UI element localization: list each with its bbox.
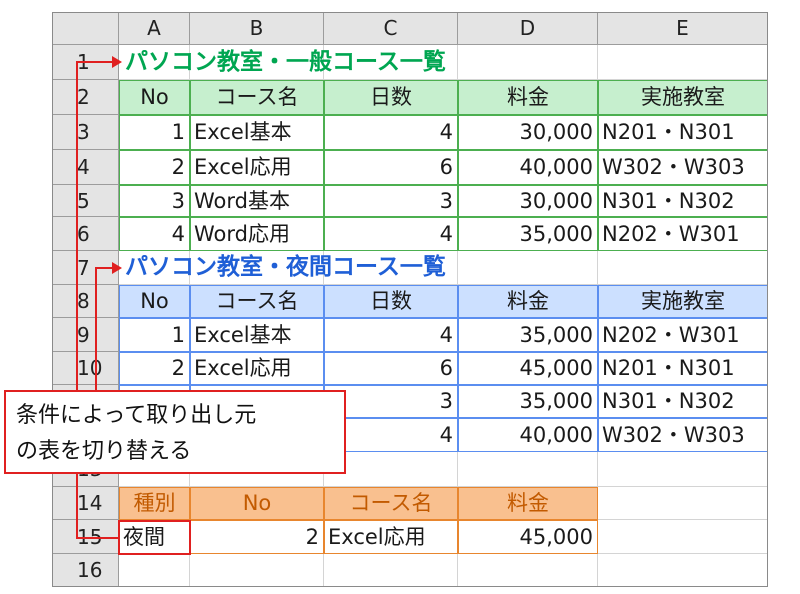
night-table-cell[interactable]: W302・W303 — [598, 418, 768, 452]
connector-inner — [95, 268, 97, 390]
connector-bottom — [76, 537, 118, 539]
night-table-cell[interactable]: 6 — [324, 352, 458, 385]
night-table-cell[interactable]: 35,000 — [458, 385, 598, 418]
general-table-cell[interactable]: Word基本 — [190, 185, 324, 217]
row-header[interactable]: 5 — [53, 185, 119, 217]
column-header-d[interactable]: D — [458, 12, 598, 45]
lookup-value-3[interactable]: 45,000 — [458, 520, 598, 554]
row-header[interactable]: 6 — [53, 217, 119, 251]
select-all-corner[interactable] — [53, 12, 119, 45]
general-table-cell[interactable]: 6 — [324, 150, 458, 185]
row-header[interactable]: 14 — [53, 487, 119, 520]
night-table-cell[interactable]: N201・N301 — [598, 352, 768, 385]
row-header[interactable]: 3 — [53, 115, 119, 150]
night-table-cell[interactable]: Excel基本 — [190, 318, 324, 352]
night-table-cell[interactable]: 1 — [119, 318, 190, 352]
general-table-header-4[interactable]: 実施教室 — [598, 80, 768, 115]
column-header-e[interactable]: E — [598, 12, 768, 45]
column-header-c[interactable]: C — [324, 12, 458, 45]
night-table-cell[interactable]: 35,000 — [458, 318, 598, 352]
lookup-header-2[interactable]: コース名 — [324, 487, 458, 520]
lookup-header-3[interactable]: 料金 — [458, 487, 598, 520]
grid-cell[interactable] — [598, 554, 768, 587]
night-table-header-3[interactable]: 料金 — [458, 285, 598, 318]
general-table-cell[interactable]: Excel応用 — [190, 150, 324, 185]
row-header[interactable]: 8 — [53, 285, 119, 318]
arrow-to-general-title — [112, 56, 122, 68]
night-table-cell[interactable]: 45,000 — [458, 352, 598, 385]
general-table-header-1[interactable]: コース名 — [190, 80, 324, 115]
night-table-cell[interactable]: Excel応用 — [190, 352, 324, 385]
grid-cell[interactable] — [598, 520, 768, 554]
grid-cell[interactable] — [458, 554, 598, 587]
general-table-cell[interactable]: 1 — [119, 115, 190, 150]
connector-top-general — [76, 61, 114, 63]
general-table-cell[interactable]: N301・N302 — [598, 185, 768, 217]
general-table-cell[interactable]: 30,000 — [458, 115, 598, 150]
general-table-cell[interactable]: Word応用 — [190, 217, 324, 251]
general-table-cell[interactable]: Excel基本 — [190, 115, 324, 150]
night-table-cell[interactable]: N301・N302 — [598, 385, 768, 418]
general-table-cell[interactable]: N202・W301 — [598, 217, 768, 251]
lookup-value-0[interactable]: 夜間 — [119, 520, 190, 554]
grid-cell[interactable] — [190, 554, 324, 587]
lookup-header-0[interactable]: 種別 — [119, 487, 190, 520]
night-table-header-2[interactable]: 日数 — [324, 285, 458, 318]
general-table-cell[interactable]: 4 — [324, 217, 458, 251]
general-table-cell[interactable]: N201・N301 — [598, 115, 768, 150]
general-table-header-3[interactable]: 料金 — [458, 80, 598, 115]
general-table-title[interactable]: パソコン教室・一般コース一覧 — [119, 45, 768, 80]
lookup-value-2[interactable]: Excel応用 — [324, 520, 458, 554]
lookup-header-1[interactable]: No — [190, 487, 324, 520]
night-table-cell[interactable]: 4 — [324, 318, 458, 352]
general-table-cell[interactable]: W302・W303 — [598, 150, 768, 185]
spreadsheet: ABCDE1234567891013141516パソコン教室・一般コース一覧No… — [0, 0, 800, 594]
row-header[interactable]: 4 — [53, 150, 119, 185]
general-table-header-2[interactable]: 日数 — [324, 80, 458, 115]
general-table-cell[interactable]: 4 — [119, 217, 190, 251]
night-table-cell[interactable]: N202・W301 — [598, 318, 768, 352]
row-header[interactable]: 9 — [53, 318, 119, 352]
annotation-callout: 条件によって取り出し元 の表を切り替える — [4, 390, 346, 474]
grid-cell[interactable] — [458, 452, 598, 487]
night-table-header-0[interactable]: No — [119, 285, 190, 318]
grid-cell[interactable] — [598, 487, 768, 520]
general-table-cell[interactable]: 4 — [324, 115, 458, 150]
grid-cell[interactable] — [119, 554, 190, 587]
general-table-cell[interactable]: 30,000 — [458, 185, 598, 217]
general-table-cell[interactable]: 3 — [119, 185, 190, 217]
night-table-cell[interactable]: 2 — [119, 352, 190, 385]
column-header-b[interactable]: B — [190, 12, 324, 45]
night-table-header-4[interactable]: 実施教室 — [598, 285, 768, 318]
lookup-value-1[interactable]: 2 — [190, 520, 324, 554]
grid-cell[interactable] — [324, 554, 458, 587]
night-table-header-1[interactable]: コース名 — [190, 285, 324, 318]
callout-line-2: の表を切り替える — [16, 439, 192, 464]
night-table-cell[interactable]: 40,000 — [458, 418, 598, 452]
general-table-header-0[interactable]: No — [119, 80, 190, 115]
general-table-cell[interactable]: 35,000 — [458, 217, 598, 251]
night-table-title[interactable]: パソコン教室・夜間コース一覧 — [119, 251, 768, 285]
row-header[interactable]: 10 — [53, 352, 119, 385]
callout-line-1: 条件によって取り出し元 — [16, 403, 257, 428]
general-table-cell[interactable]: 40,000 — [458, 150, 598, 185]
row-header[interactable]: 16 — [53, 554, 119, 587]
arrow-to-night-title — [112, 262, 122, 274]
grid-cell[interactable] — [598, 452, 768, 487]
general-table-cell[interactable]: 3 — [324, 185, 458, 217]
row-header[interactable]: 2 — [53, 80, 119, 115]
column-header-a[interactable]: A — [119, 12, 190, 45]
general-table-cell[interactable]: 2 — [119, 150, 190, 185]
